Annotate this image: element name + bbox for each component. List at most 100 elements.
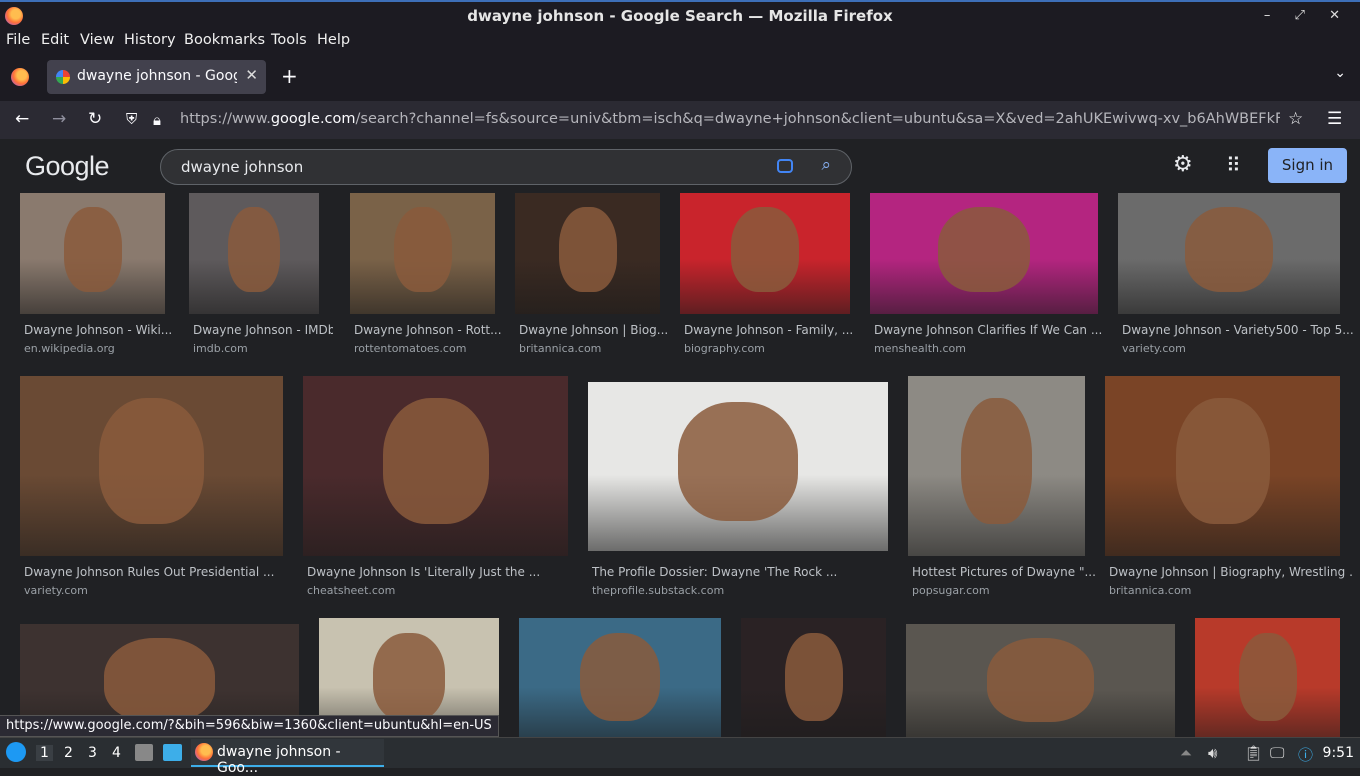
- workspace-4[interactable]: 4: [112, 745, 121, 761]
- search-input[interactable]: dwayne johnson ⌕: [160, 149, 852, 185]
- person-silhouette: [373, 633, 445, 722]
- result-source: britannica.com: [519, 342, 602, 355]
- settings-gear-icon[interactable]: ⚙: [1173, 152, 1193, 177]
- url-text[interactable]: https://www.google.com/search?channel=fs…: [180, 111, 1280, 127]
- result-thumbnail[interactable]: [350, 193, 495, 314]
- link-status-bar: https://www.google.com/?&bih=596&biw=136…: [0, 715, 499, 737]
- result-caption[interactable]: Dwayne Johnson - Wiki...: [24, 323, 179, 337]
- person-silhouette: [1238, 633, 1297, 722]
- image-results-grid: Dwayne Johnson - Wiki... en.wikipedia.org…: [0, 193, 1360, 737]
- new-tab-button[interactable]: +: [281, 64, 298, 88]
- result-source: biography.com: [684, 342, 765, 355]
- result-source: theprofile.substack.com: [592, 584, 725, 597]
- result-source: rottentomatoes.com: [354, 342, 467, 355]
- workspace-3[interactable]: 3: [88, 745, 97, 761]
- result-caption[interactable]: Hottest Pictures of Dwayne "...: [912, 565, 1099, 579]
- task-title: dwayne johnson - Goo...: [217, 744, 341, 776]
- result-thumbnail[interactable]: [515, 193, 660, 314]
- url-bar[interactable]: 🔒︎ https://www.google.com/search?channel…: [150, 104, 1316, 136]
- forward-button[interactable]: →: [52, 109, 66, 129]
- result-thumbnail[interactable]: [588, 382, 888, 551]
- tab-bar: dwayne johnson - Google Search ✕ + ⌄: [0, 53, 1360, 101]
- result-source: menshealth.com: [874, 342, 966, 355]
- lock-icon[interactable]: 🔒︎: [153, 111, 161, 129]
- navigation-bar: ← → ↻ ⛨ 🔒︎ https://www.google.com/search…: [0, 101, 1360, 139]
- tab-list-chevron-icon[interactable]: ⌄: [1334, 65, 1346, 81]
- menu-help[interactable]: Help: [317, 32, 350, 48]
- notification-icon[interactable]: ⓘ: [1298, 744, 1313, 765]
- back-button[interactable]: ←: [15, 109, 29, 129]
- result-caption[interactable]: Dwayne Johnson Rules Out Presidential ..…: [24, 565, 297, 579]
- menu-edit[interactable]: Edit: [41, 32, 69, 48]
- app-launcher-icon[interactable]: [6, 742, 26, 762]
- menu-file[interactable]: File: [6, 32, 30, 48]
- workspace-2[interactable]: 2: [64, 745, 73, 761]
- desktop-taskbar: 1 2 3 4 dwayne johnson - Goo... ⏶ 🔊︎ 📋︎ …: [0, 737, 1360, 776]
- result-caption[interactable]: Dwayne Johnson - Family, ...: [684, 323, 864, 337]
- result-source: imdb.com: [193, 342, 248, 355]
- file-manager-icon[interactable]: [135, 744, 153, 761]
- app-menu-icon[interactable]: ☰: [1327, 109, 1342, 129]
- result-thumbnail[interactable]: [20, 376, 283, 556]
- result-thumbnail[interactable]: [906, 624, 1175, 737]
- minimize-button[interactable]: –: [1264, 8, 1281, 23]
- menu-view[interactable]: View: [80, 32, 114, 48]
- result-thumbnail[interactable]: [741, 618, 886, 737]
- person-silhouette: [63, 206, 122, 293]
- person-silhouette: [1184, 206, 1274, 293]
- result-source: popsugar.com: [912, 584, 990, 597]
- menu-history[interactable]: History: [124, 32, 176, 48]
- result-caption[interactable]: Dwayne Johnson Is 'Literally Just the ..…: [307, 565, 582, 579]
- menu-tools[interactable]: Tools: [271, 32, 307, 48]
- result-source: variety.com: [24, 584, 88, 597]
- result-thumbnail[interactable]: [1118, 193, 1340, 314]
- person-silhouette: [98, 397, 205, 524]
- result-source: en.wikipedia.org: [24, 342, 115, 355]
- result-thumbnail[interactable]: [908, 376, 1085, 556]
- menu-bookmarks[interactable]: Bookmarks: [184, 32, 265, 48]
- google-lens-icon[interactable]: [777, 159, 793, 173]
- result-caption[interactable]: Dwayne Johnson - IMDb: [193, 323, 333, 337]
- workspace-1[interactable]: 1: [36, 745, 53, 761]
- person-silhouette: [731, 206, 799, 293]
- result-thumbnail[interactable]: [680, 193, 850, 314]
- person-silhouette: [382, 397, 489, 524]
- result-caption[interactable]: Dwayne Johnson - Rott...: [354, 323, 509, 337]
- google-apps-icon[interactable]: ⠿: [1226, 153, 1241, 177]
- sign-in-button[interactable]: Sign in: [1268, 148, 1347, 183]
- result-thumbnail[interactable]: [189, 193, 319, 314]
- result-caption[interactable]: Dwayne Johnson | Biog...: [519, 323, 674, 337]
- firefox-view-icon[interactable]: [11, 68, 29, 86]
- result-thumbnail[interactable]: [1105, 376, 1340, 556]
- result-thumbnail[interactable]: [20, 193, 165, 314]
- reload-button[interactable]: ↻: [88, 109, 102, 129]
- result-caption[interactable]: The Profile Dossier: Dwayne 'The Rock ..…: [592, 565, 902, 579]
- result-thumbnail[interactable]: [870, 193, 1098, 314]
- result-thumbnail[interactable]: [519, 618, 721, 737]
- result-caption[interactable]: Dwayne Johnson | Biography, Wrestling ..…: [1109, 565, 1354, 579]
- shield-icon[interactable]: ⛨: [126, 110, 137, 128]
- close-button[interactable]: ✕: [1329, 8, 1350, 23]
- search-query[interactable]: dwayne johnson: [181, 158, 303, 176]
- clipboard-icon[interactable]: 📋︎: [1244, 744, 1263, 762]
- result-thumbnail[interactable]: [1195, 618, 1340, 737]
- search-icon[interactable]: ⌕: [821, 155, 831, 175]
- tab-close-icon[interactable]: ✕: [245, 66, 258, 84]
- taskbar-task-firefox[interactable]: dwayne johnson - Goo...: [191, 739, 384, 776]
- person-silhouette: [986, 638, 1095, 723]
- person-silhouette: [961, 397, 1032, 524]
- display-icon[interactable]: 🖵: [1270, 744, 1284, 762]
- tab-google-search[interactable]: dwayne johnson - Google Search ✕: [47, 60, 266, 94]
- tray-arrow-icon[interactable]: ⏶: [1180, 744, 1192, 762]
- firefox-icon: [195, 743, 213, 761]
- bookmark-star-icon[interactable]: ☆: [1288, 109, 1303, 129]
- result-thumbnail[interactable]: [303, 376, 568, 556]
- result-source: cheatsheet.com: [307, 584, 396, 597]
- result-caption[interactable]: Dwayne Johnson Clarifies If We Can ...: [874, 323, 1112, 337]
- result-caption[interactable]: Dwayne Johnson - Variety500 - Top 5...: [1122, 323, 1354, 337]
- google-logo[interactable]: Google: [25, 151, 110, 182]
- maximize-button[interactable]: ⤢: [1295, 8, 1315, 23]
- show-desktop-icon[interactable]: [163, 744, 182, 761]
- google-header: Google dwayne johnson ⌕ ⚙ ⠿ Sign in: [0, 139, 1360, 193]
- volume-icon[interactable]: 🔊︎: [1208, 744, 1217, 762]
